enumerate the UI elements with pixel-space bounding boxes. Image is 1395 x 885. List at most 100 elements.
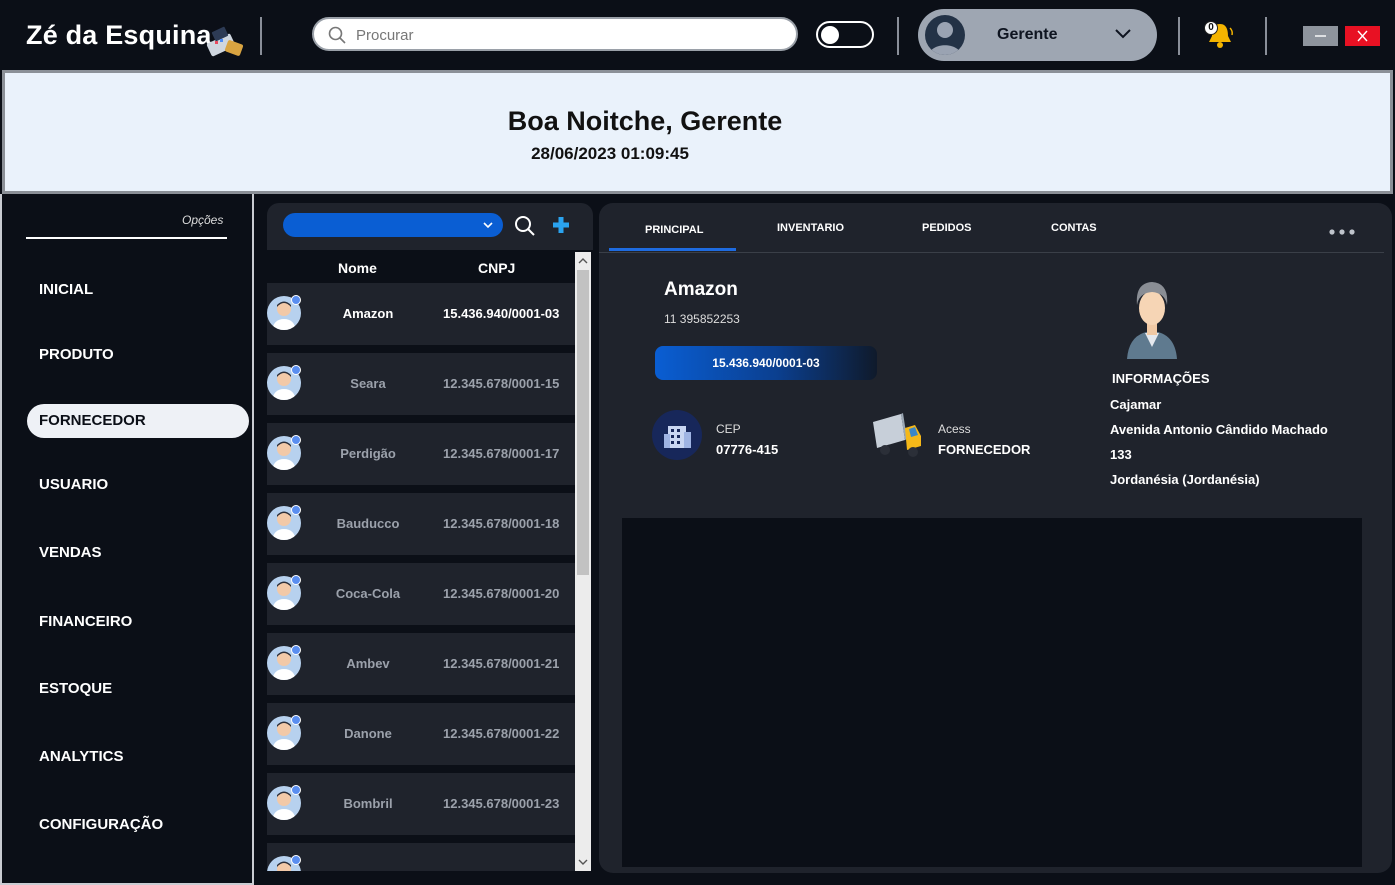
scroll-thumb[interactable]: [577, 270, 589, 575]
list-item[interactable]: Perdigão 12.345.678/0001-17: [267, 423, 575, 485]
verified-icon: [291, 715, 301, 725]
cep-label: CEP: [716, 422, 741, 436]
sidebar-item-usuario[interactable]: USUARIO: [27, 468, 249, 502]
divider: [26, 237, 227, 239]
verified-icon: [291, 855, 301, 865]
scroll-up-icon[interactable]: [578, 256, 588, 266]
add-icon[interactable]: [551, 215, 571, 235]
supplier-name: Ambev: [346, 656, 390, 671]
info-street: Avenida Antonio Cândido Machado: [1110, 422, 1328, 437]
scroll-down-icon[interactable]: [578, 857, 588, 867]
column-header-name: Nome: [338, 260, 377, 276]
sidebar-item-analytics[interactable]: ANALYTICS: [27, 740, 249, 774]
sidebar-item-estoque[interactable]: ESTOQUE: [27, 672, 249, 706]
list-item[interactable]: Danone 12.345.678/0001-22: [267, 703, 575, 765]
search-icon: [328, 26, 346, 44]
tab-inventario[interactable]: INVENTARIO: [777, 222, 844, 234]
tab-pedidos[interactable]: PEDIDOS: [922, 222, 972, 234]
search-input[interactable]: [354, 24, 784, 46]
sidebar-item-produto[interactable]: PRODUTO: [27, 338, 249, 372]
user-name: Gerente: [997, 26, 1058, 43]
verified-icon: [291, 435, 301, 445]
list-item[interactable]: Ambev 12.345.678/0001-21: [267, 633, 575, 695]
toggle-knob: [821, 26, 839, 44]
column-header-cnpj: CNPJ: [478, 260, 516, 276]
list-toolbar: [267, 203, 593, 250]
list-item[interactable]: Coca-Cola 12.345.678/0001-20: [267, 563, 575, 625]
supplier-name: Bauducco: [336, 516, 400, 531]
verified-icon: [291, 365, 301, 375]
greeting-banner: Boa Noitche, Gerente 28/06/2023 01:09:45: [2, 70, 1393, 194]
search-box[interactable]: [312, 17, 798, 51]
map-area[interactable]: [622, 518, 1362, 867]
person-icon: [1127, 282, 1177, 359]
supplier-name: Danone: [344, 726, 392, 741]
supplier-name: Seara: [350, 376, 386, 391]
chevron-down-icon[interactable]: [1114, 27, 1132, 41]
datetime-text: 28/06/2023 01:09:45: [531, 144, 689, 163]
supplier-cnpj: 12.345.678/0001-22: [443, 726, 560, 741]
top-bar: Zé da Esquina Gerente: [0, 0, 1395, 70]
supplier-name: Perdigão: [340, 446, 396, 461]
supplier-list: Amazon 15.436.940/0001-03 Seara 12.345.6…: [267, 283, 575, 871]
divider: [260, 17, 262, 55]
supplier-cnpj: 12.345.678/0001-20: [443, 586, 560, 601]
info-district: Jordanésia (Jordanésia): [1110, 472, 1260, 487]
supplier-phone: 11 395852253: [664, 312, 740, 326]
close-button[interactable]: [1345, 26, 1380, 46]
list-item[interactable]: Bombril 12.345.678/0001-23: [267, 773, 575, 835]
close-icon: [1357, 30, 1368, 42]
cnpj-badge: 15.436.940/0001-03: [655, 346, 877, 380]
list-item[interactable]: [267, 843, 575, 871]
search-icon[interactable]: [514, 215, 536, 237]
minimize-icon: [1315, 35, 1326, 37]
list-item[interactable]: Seara 12.345.678/0001-15: [267, 353, 575, 415]
tab-contas[interactable]: CONTAS: [1051, 222, 1097, 234]
building-icon: [652, 410, 702, 460]
supplier-cnpj: 12.345.678/0001-17: [443, 446, 560, 461]
greeting-text: Boa Noitche, Gerente: [507, 106, 783, 136]
verified-icon: [291, 295, 301, 305]
supplier-name: Amazon: [342, 306, 394, 321]
divider: [1265, 17, 1267, 55]
info-city: Cajamar: [1110, 397, 1162, 412]
chevron-down-icon: [483, 222, 493, 229]
info-number: 133: [1110, 447, 1132, 462]
list-item[interactable]: Bauducco 12.345.678/0001-18: [267, 493, 575, 555]
user-avatar-icon: [929, 22, 961, 55]
cep-value: 07776-415: [716, 442, 779, 457]
divider: [897, 17, 899, 55]
list-scrollbar[interactable]: [575, 252, 591, 871]
minimize-button[interactable]: [1303, 26, 1338, 46]
supplier-title: Amazon: [664, 279, 738, 300]
sidebar-item-vendas[interactable]: VENDAS: [27, 536, 249, 570]
truck-icon: [873, 413, 921, 457]
verified-icon: [291, 785, 301, 795]
tab-principal[interactable]: PRINCIPAL: [645, 224, 703, 236]
active-tab-indicator: [609, 248, 736, 251]
cash-register-icon: [206, 26, 244, 57]
supplier-name: Bombril: [343, 796, 393, 811]
access-label: Acess: [938, 422, 971, 436]
sidebar: Opções INICIAL PRODUTO FORNECEDOR USUARI…: [0, 194, 254, 885]
verified-icon: [291, 645, 301, 655]
notification-bell[interactable]: 0: [1203, 20, 1237, 52]
notification-count: 0: [1204, 21, 1218, 35]
verified-icon: [291, 575, 301, 585]
supplier-cnpj: 12.345.678/0001-23: [443, 796, 560, 811]
supplier-cnpj: 12.345.678/0001-15: [443, 376, 560, 391]
list-item[interactable]: Amazon 15.436.940/0001-03: [267, 283, 575, 345]
sidebar-item-configuracao[interactable]: CONFIGURAÇÃO: [27, 808, 249, 842]
supplier-detail-panel: PRINCIPAL INVENTARIO PEDIDOS CONTAS Amaz…: [599, 203, 1392, 873]
more-options-icon[interactable]: [1328, 228, 1356, 236]
avatar: [925, 15, 965, 55]
user-menu[interactable]: Gerente: [918, 9, 1157, 61]
app-title: Zé da Esquina: [26, 20, 212, 50]
filter-dropdown[interactable]: [283, 213, 503, 237]
sidebar-item-inicial[interactable]: INICIAL: [27, 273, 249, 307]
theme-toggle[interactable]: [816, 21, 874, 48]
access-value: FORNECEDOR: [938, 442, 1031, 457]
sidebar-header: Opções: [182, 213, 224, 227]
sidebar-item-financeiro[interactable]: FINANCEIRO: [27, 605, 249, 639]
sidebar-item-fornecedor[interactable]: FORNECEDOR: [27, 404, 249, 438]
